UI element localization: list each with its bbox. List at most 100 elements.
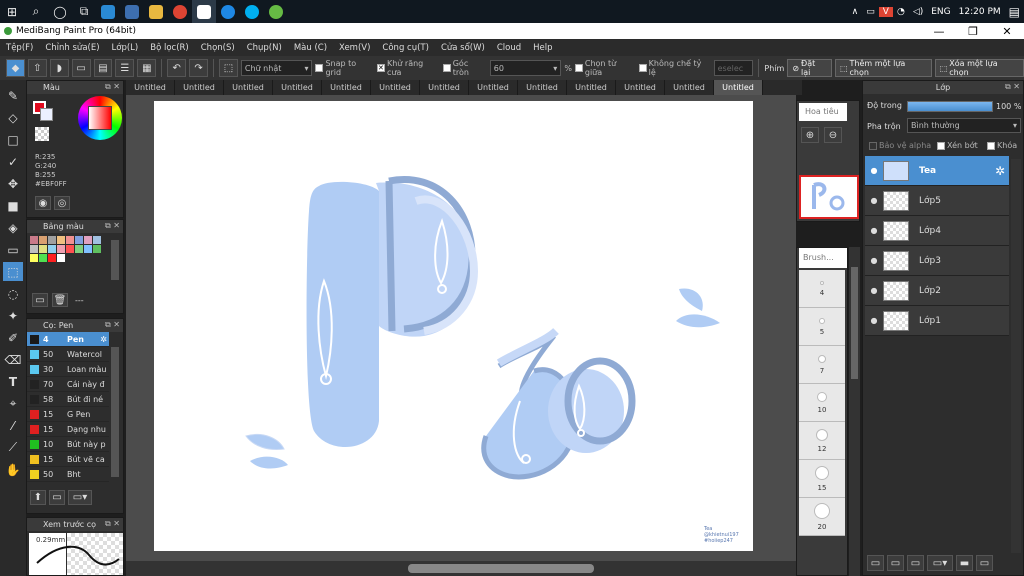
zoom-in-icon[interactable]: ⊕ [801, 127, 819, 143]
eye-icon[interactable]: ● [865, 196, 883, 205]
round-value-field[interactable]: 60 ▾ [489, 60, 562, 76]
bucket-tool-icon[interactable]: ◈ [3, 218, 23, 237]
palette-swatch[interactable] [48, 254, 56, 262]
search-icon[interactable]: ⌕ [24, 0, 48, 23]
skype-icon[interactable] [240, 0, 264, 23]
palette-swatch[interactable] [30, 236, 38, 244]
grid-icon[interactable]: ▦ [137, 59, 157, 77]
menu-help[interactable]: Help [527, 43, 558, 53]
brush-item[interactable]: 4 Pen ✲ [27, 332, 109, 347]
blend-mode-select[interactable]: Bình thường ▾ [907, 118, 1021, 133]
snap-checkbox[interactable]: Snap to grid [315, 59, 374, 77]
select-eraser-tool-icon[interactable]: ⌫ [3, 350, 23, 369]
zoom-out-icon[interactable]: ⊖ [824, 127, 842, 143]
palette-swatch[interactable] [30, 245, 38, 253]
duplicate-layer-icon[interactable]: ▭ [887, 555, 904, 571]
layer-row[interactable]: ● Lớp3 [865, 246, 1009, 276]
clock[interactable]: 12:20 PM [955, 7, 1005, 17]
gear-icon[interactable]: ✲ [995, 164, 1009, 178]
palette-swatch[interactable] [39, 236, 47, 244]
minimize-button[interactable]: — [922, 25, 956, 38]
reset-button[interactable]: ⊘ Đặt lại [787, 59, 832, 77]
brush-copy-icon[interactable]: ▭ [49, 490, 65, 505]
lock-checkbox[interactable]: Khóa [987, 141, 1017, 150]
medibang-icon[interactable] [192, 0, 216, 23]
document-tab[interactable]: Untitled [126, 80, 175, 95]
panel-menu-icon[interactable]: ⧉ ✕ [105, 320, 120, 330]
brush-size-item[interactable]: 15 [799, 460, 845, 498]
eye-icon[interactable]: ● [865, 166, 883, 175]
magic-wand-tool-icon[interactable]: ✦ [3, 306, 23, 325]
new-layer-icon[interactable]: ▭ [867, 555, 884, 571]
brush-item[interactable]: 15 G Pen [27, 407, 109, 422]
battery-icon[interactable]: ▭ [862, 7, 879, 17]
palette-swatch[interactable] [48, 236, 56, 244]
maximize-button[interactable]: ❐ [956, 25, 990, 38]
shape-select[interactable]: Chữ nhật ▾ [240, 60, 313, 76]
eye-icon[interactable]: ● [865, 226, 883, 235]
brush-add-icon[interactable]: ⬆ [30, 490, 46, 505]
document-tab[interactable]: Untitled [175, 80, 224, 95]
folder-layer-icon[interactable]: ▬ [956, 555, 973, 571]
document-tab[interactable]: Untitled [273, 80, 322, 95]
palette-swatch[interactable] [75, 245, 83, 253]
menu-select[interactable]: Chọn(S) [195, 43, 241, 53]
center-select-checkbox[interactable]: Chọn từ giữa [574, 59, 636, 77]
hand-tool-icon[interactable]: ✋ [3, 460, 23, 479]
document-tab[interactable]: Untitled [371, 80, 420, 95]
palette-swatch[interactable] [84, 236, 92, 244]
palette-swatch[interactable] [66, 236, 74, 244]
messenger-icon[interactable] [216, 0, 240, 23]
vertical-scrollbar[interactable] [849, 247, 860, 576]
opacity-slider[interactable] [907, 101, 993, 112]
menu-cloud[interactable]: Cloud [491, 43, 527, 53]
brush-item[interactable]: 10 Bút này p [27, 437, 109, 452]
fill-rect-tool-icon[interactable]: ■ [3, 196, 23, 215]
layer-row[interactable]: ● Lớp1 [865, 306, 1009, 336]
brush-item[interactable]: 58 Bút đi né [27, 392, 109, 407]
antialias-checkbox[interactable]: ✕ Khử răng cưa [377, 59, 440, 77]
eye-icon[interactable]: ● [865, 256, 883, 265]
document-tab[interactable]: Untitled [665, 80, 714, 95]
document-tab[interactable]: Untitled [518, 80, 567, 95]
palette-swatch[interactable] [39, 245, 47, 253]
brush-item[interactable]: 30 Loan màu [27, 362, 109, 377]
remove-selection-button[interactable]: ⬚ Xóa một lựa chọn [934, 59, 1024, 77]
menu-filter[interactable]: Bộ lọc(R) [144, 43, 195, 53]
chrome-icon[interactable] [168, 0, 192, 23]
panel-menu-icon[interactable]: ⧉ ✕ [105, 221, 120, 231]
ruler-tool-icon[interactable]: ⟋ [3, 438, 23, 457]
merge-layer-icon[interactable]: ▭ [907, 555, 924, 571]
brush-size-item[interactable]: 20 [799, 498, 845, 536]
volume-icon[interactable]: ◁) [909, 7, 927, 17]
operation-tool-icon[interactable]: ⌖ [3, 394, 23, 413]
menu-color[interactable]: Màu (C) [288, 43, 333, 53]
language-indicator[interactable]: ENG [927, 7, 954, 17]
eye-icon[interactable]: ● [865, 286, 883, 295]
document-tab[interactable]: Untitled [469, 80, 518, 95]
dot-tool-icon[interactable]: ✓ [3, 152, 23, 171]
gear-icon[interactable]: ✲ [100, 335, 109, 344]
palette-swatch[interactable] [30, 254, 38, 262]
notification-icon[interactable]: ▤ [1005, 5, 1024, 19]
list-icon[interactable]: ☰ [115, 59, 135, 77]
text-tool-icon[interactable]: T [3, 372, 23, 391]
brush-tool-icon[interactable]: ✎ [3, 86, 23, 105]
folder-icon[interactable] [144, 0, 168, 23]
palette-swatch[interactable] [66, 245, 74, 253]
palette-swatch[interactable] [75, 236, 83, 244]
palette-swatch[interactable] [48, 245, 56, 253]
palette-swatch[interactable] [84, 245, 92, 253]
panel-menu-icon[interactable]: ⧉ ✕ [105, 82, 120, 92]
brush-size-item[interactable]: 7 [799, 346, 845, 384]
windows-start-icon[interactable]: ⊞ [0, 0, 24, 23]
palette-swatch[interactable] [39, 254, 47, 262]
fill-tool-icon[interactable]: ◆ [6, 59, 25, 77]
undo-icon[interactable]: ↶ [167, 59, 187, 77]
delete-layer-icon[interactable]: ▭ [976, 555, 993, 571]
redo-icon[interactable]: ↷ [189, 59, 209, 77]
palette-swatch[interactable] [57, 254, 65, 262]
eyedropper-tool-icon[interactable]: ⁄ [3, 416, 23, 435]
shape-tool-icon[interactable]: □ [3, 130, 23, 149]
panel-menu-icon[interactable]: ⧉ ✕ [1005, 82, 1020, 92]
